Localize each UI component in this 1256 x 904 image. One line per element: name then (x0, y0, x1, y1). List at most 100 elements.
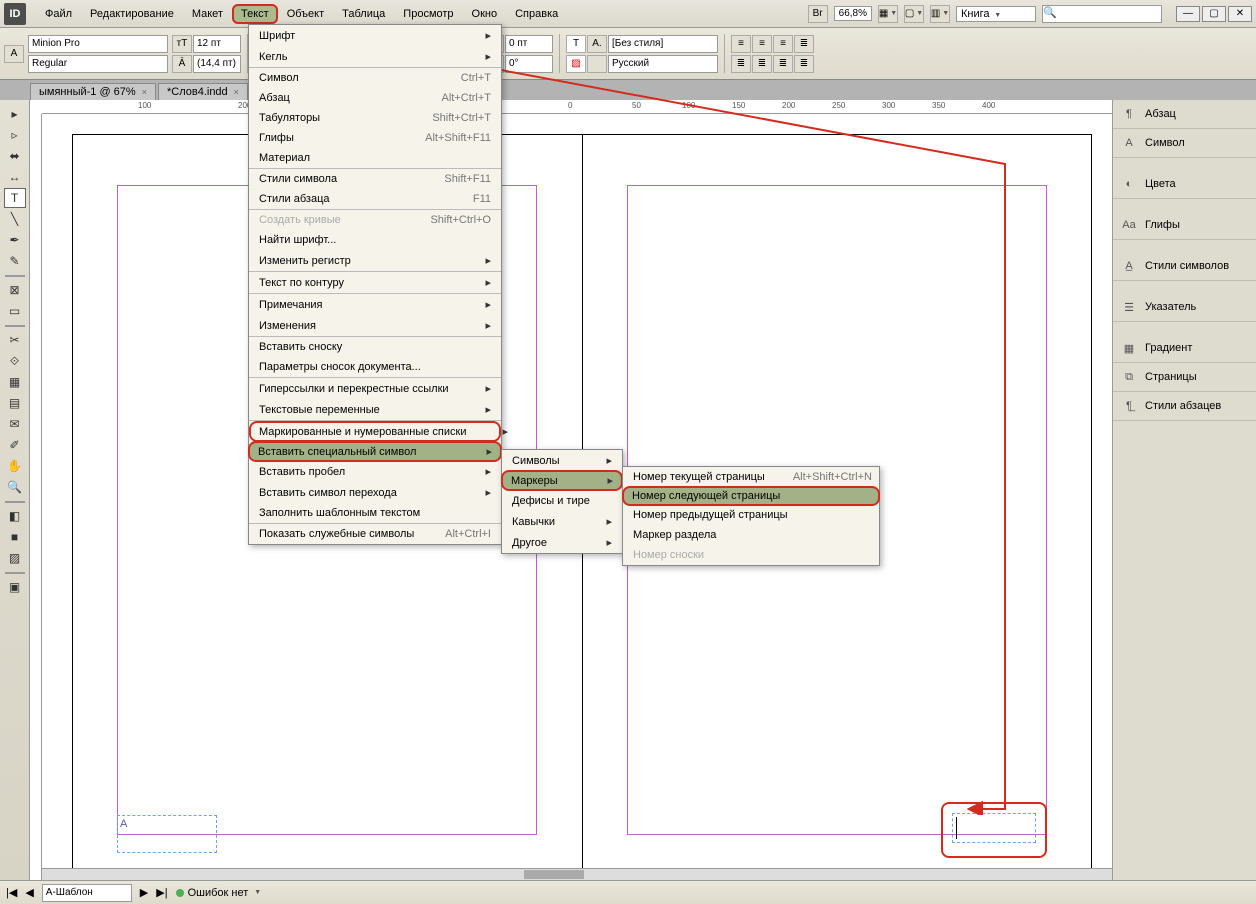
menu-item[interactable]: Примечания (249, 294, 501, 315)
workspace-select[interactable]: Книга ▼ (956, 6, 1036, 22)
gradient-feather-tool[interactable]: ▤ (4, 393, 26, 413)
nav-prev[interactable]: ◀ (25, 886, 33, 899)
fill-stroke[interactable]: ◧ (4, 506, 26, 526)
menu-item[interactable]: Кавычки (502, 511, 622, 532)
gap-tool[interactable]: ↔ (4, 167, 26, 187)
apply-color[interactable]: ■ (4, 527, 26, 547)
menu-item[interactable]: Вставить сноску (249, 337, 501, 357)
menu-item[interactable]: Изменения (249, 315, 501, 337)
preflight-status[interactable]: Ошибок нет (188, 887, 249, 899)
menu-item[interactable]: ТабуляторыShift+Ctrl+T (249, 108, 501, 128)
panel-Цвета[interactable]: ◐Цвета (1113, 170, 1256, 199)
menu-table[interactable]: Таблица (333, 4, 394, 24)
panel-Глифы[interactable]: AaГлифы (1113, 211, 1256, 240)
char-format-mode[interactable]: A (4, 45, 24, 63)
menu-text[interactable]: Текст (232, 4, 278, 24)
type-tool[interactable]: T (4, 188, 26, 208)
menu-item[interactable]: Текст по контуру (249, 272, 501, 294)
panel-Страницы[interactable]: ⧉Страницы (1113, 363, 1256, 392)
close-icon[interactable]: × (234, 87, 239, 97)
menu-item[interactable]: СимволCtrl+T (249, 68, 501, 88)
menu-item[interactable]: Вставить символ перехода (249, 482, 501, 503)
font-style[interactable]: Regular (28, 55, 168, 73)
menu-item[interactable]: Стили символаShift+F11 (249, 169, 501, 189)
menu-item[interactable]: АбзацAlt+Ctrl+T (249, 88, 501, 108)
menu-item[interactable]: Номер текущей страницыAlt+Shift+Ctrl+N (623, 467, 879, 487)
gradient-swatch-tool[interactable]: ▦ (4, 372, 26, 392)
menu-item[interactable]: Вставить пробел (249, 461, 501, 482)
panel-Стили символов[interactable]: A̲Стили символов (1113, 252, 1256, 281)
rectangle-tool[interactable]: ▭ (4, 301, 26, 321)
menu-item[interactable]: Другое (502, 532, 622, 553)
hand-tool[interactable]: ✋ (4, 456, 26, 476)
page-tool[interactable]: ⬌ (4, 146, 26, 166)
menu-help[interactable]: Справка (506, 4, 567, 24)
menu-item[interactable]: Маркер раздела (623, 525, 879, 545)
nav-next[interactable]: ▶ (140, 886, 148, 899)
panel-Указатель[interactable]: ☰Указатель (1113, 293, 1256, 322)
page-indicator[interactable]: А-Шаблон (42, 884, 132, 902)
menu-edit[interactable]: Редактирование (81, 4, 183, 24)
zoom-level[interactable]: 66,8% (834, 6, 872, 21)
doc-tab-1[interactable]: ымянный-1 @ 67%× (30, 83, 156, 100)
menu-file[interactable]: Файл (36, 4, 81, 24)
vertical-ruler[interactable] (30, 114, 42, 880)
bridge-icon[interactable]: Br (808, 5, 828, 23)
menu-item[interactable]: Стили абзацаF11 (249, 189, 501, 210)
menu-item[interactable]: Заполнить шаблонным текстом (249, 503, 501, 524)
panel-Градиент[interactable]: ▦Градиент (1113, 334, 1256, 363)
menu-item[interactable]: Изменить регистр (249, 250, 501, 272)
nav-first[interactable]: |◀ (6, 886, 17, 899)
apply-none[interactable]: ▨ (4, 548, 26, 568)
close-button[interactable]: ✕ (1228, 6, 1252, 22)
rectangle-frame-tool[interactable]: ⊠ (4, 280, 26, 300)
pen-tool[interactable]: ✒ (4, 230, 26, 250)
menu-window[interactable]: Окно (463, 4, 507, 24)
menu-item[interactable]: Номер предыдущей страницы (623, 505, 879, 525)
leading[interactable]: (14,4 пт) (193, 55, 241, 73)
menu-item[interactable]: Номер следующей страницы (622, 486, 880, 506)
menu-item[interactable]: Текстовые переменные (249, 399, 501, 421)
direct-selection-tool[interactable]: ▹ (4, 125, 26, 145)
font-family[interactable]: Minion Pro (28, 35, 168, 53)
eyedropper-tool[interactable]: ✐ (4, 435, 26, 455)
line-tool[interactable]: ╲ (4, 209, 26, 229)
selection-tool[interactable]: ▸ (4, 104, 26, 124)
search-input[interactable]: 🔍 (1042, 5, 1162, 23)
menu-item[interactable]: ГлифыAlt+Shift+F11 (249, 128, 501, 148)
free-transform-tool[interactable]: ⟐ (4, 351, 26, 371)
arrange-icon[interactable]: ▢▼ (904, 5, 924, 23)
menu-object[interactable]: Объект (278, 4, 333, 24)
master-marker-a[interactable]: A (117, 815, 217, 853)
menu-item[interactable]: Материал (249, 148, 501, 169)
menu-item[interactable]: Гиперссылки и перекрестные ссылки (249, 378, 501, 399)
menu-item[interactable]: Параметры сносок документа... (249, 357, 501, 378)
menu-item[interactable]: Шрифт (249, 25, 501, 46)
menu-layout[interactable]: Макет (183, 4, 232, 24)
view-options-icon[interactable]: ▥▼ (930, 5, 950, 23)
screen-mode-icon[interactable]: ▦▼ (878, 5, 898, 23)
maximize-button[interactable]: ▢ (1202, 6, 1226, 22)
menu-item[interactable]: Маркеры (501, 470, 623, 491)
horizontal-scrollbar[interactable] (42, 868, 1112, 880)
font-size[interactable]: 12 пт (193, 35, 241, 53)
panel-Абзац[interactable]: ¶Абзац (1113, 100, 1256, 129)
zoom-tool[interactable]: 🔍 (4, 477, 26, 497)
minimize-button[interactable]: ― (1176, 6, 1200, 22)
screen-mode[interactable]: ▣ (4, 577, 26, 597)
menu-item[interactable]: Найти шрифт... (249, 230, 501, 250)
note-tool[interactable]: ✉ (4, 414, 26, 434)
menu-view[interactable]: Просмотр (394, 4, 462, 24)
close-icon[interactable]: × (142, 87, 147, 97)
menu-item[interactable]: Показать служебные символыAlt+Ctrl+I (249, 524, 501, 544)
pencil-tool[interactable]: ✎ (4, 251, 26, 271)
doc-tab-2[interactable]: *Слов4.indd× (158, 83, 248, 100)
panel-Стили абзацев[interactable]: ¶̲Стили абзацев (1113, 392, 1256, 421)
menu-item[interactable]: Кегль (249, 46, 501, 68)
scissors-tool[interactable]: ✂ (4, 330, 26, 350)
nav-last[interactable]: ▶| (156, 886, 167, 899)
menu-item[interactable]: Маркированные и нумерованные списки (249, 421, 501, 442)
menu-item[interactable]: Дефисы и тире (502, 490, 622, 511)
panel-Символ[interactable]: AСимвол (1113, 129, 1256, 158)
menu-item[interactable]: Вставить специальный символ (248, 441, 502, 462)
